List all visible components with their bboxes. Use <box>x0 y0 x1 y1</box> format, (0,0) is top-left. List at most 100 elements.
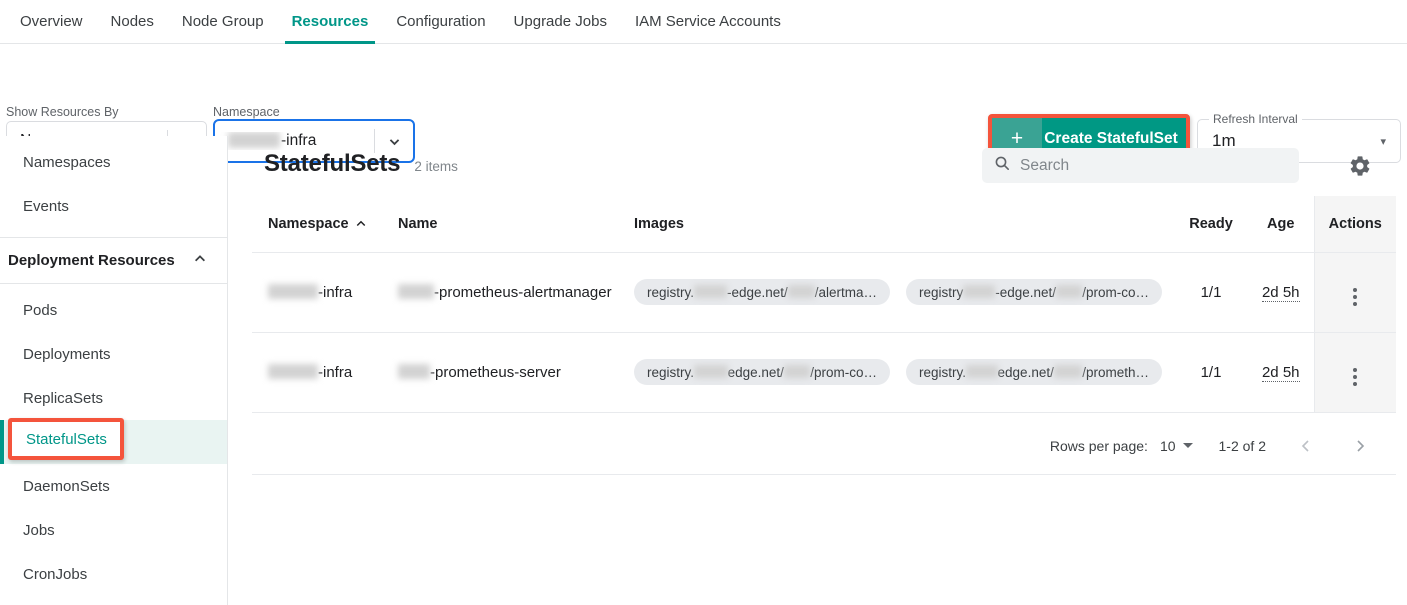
row-actions-menu-icon[interactable] <box>1353 367 1358 386</box>
sidebar-item-daemonsets[interactable]: DaemonSets <box>0 464 227 508</box>
sidebar-item-events[interactable]: Events <box>0 184 227 228</box>
cell-actions <box>1313 252 1396 333</box>
tab-label: IAM Service Accounts <box>634 13 781 30</box>
column-header-ready[interactable]: Ready <box>1174 196 1248 253</box>
tab-label: Node Group <box>181 13 264 30</box>
sidebar-item-namespaces[interactable]: Namespaces <box>0 140 227 184</box>
namespace-suffix: -infra <box>318 283 353 301</box>
name-suffix: -prometheus-server <box>430 363 561 381</box>
column-label: Age <box>1267 215 1295 232</box>
image-prefix: registry. <box>647 284 695 300</box>
rows-per-page-select[interactable]: 10 <box>1160 438 1193 454</box>
chevron-up-icon <box>193 252 207 270</box>
image-host-suffix: -edge.net/ <box>726 284 788 300</box>
image-name: /prom-co… <box>1082 284 1149 300</box>
table-header: Namespace Name Images Ready Age Actions <box>252 196 1396 253</box>
image-chip-list: registry. edge.net/ /prom-co… registry. edg… <box>634 359 1174 385</box>
namespace-suffix: -infra <box>318 363 353 381</box>
namespace-label: Namespace <box>213 105 280 119</box>
sidebar-item-label: ReplicaSets <box>23 389 104 407</box>
name-suffix: -prometheus-alertmanager <box>434 283 612 301</box>
cell-name[interactable]: -prometheus-server <box>382 332 618 413</box>
rows-per-page-value: 10 <box>1159 437 1176 454</box>
column-header-name[interactable]: Name <box>382 196 618 253</box>
search-input[interactable]: Search <box>982 148 1299 183</box>
sort-control-namespace[interactable]: Namespace <box>268 216 367 232</box>
cell-images: registry. edge.net/ /prom-co… registry. edg… <box>618 332 1174 413</box>
item-count: 2 items <box>414 159 458 174</box>
table-header-row: Namespace Name Images Ready Age Actions <box>252 196 1396 253</box>
sidebar-item-replicasets[interactable]: ReplicaSets <box>0 376 227 420</box>
tab-nodes[interactable]: Nodes <box>97 0 168 44</box>
sidebar-item-label: Pods <box>23 301 58 319</box>
cell-actions <box>1313 332 1396 413</box>
sidebar-section-label: Deployment Resources <box>8 252 175 269</box>
sidebar-item-jobs[interactable]: Jobs <box>0 508 227 552</box>
sidebar-item-label: Events <box>23 197 69 215</box>
sidebar-item-pods[interactable]: Pods <box>0 288 227 332</box>
search-placeholder: Search <box>1020 156 1070 174</box>
image-chip: registry -edge.net/ /prom-co… <box>906 279 1162 305</box>
page-title: StatefulSets <box>264 150 401 177</box>
cell-images: registry. -edge.net/ /alertma… registry -ed… <box>618 252 1174 333</box>
sidebar-item-statefulsets[interactable]: StatefulSets <box>0 420 227 464</box>
column-label: Actions <box>1328 215 1382 232</box>
redacted-repo-org <box>1056 284 1083 298</box>
redacted-repo-org <box>787 284 815 298</box>
sidebar-item-label: Jobs <box>23 521 55 539</box>
redacted-repo-org <box>783 364 811 378</box>
redacted-name-prefix <box>398 284 434 300</box>
column-header-images[interactable]: Images <box>618 196 1174 253</box>
statefulsets-table: Namespace Name Images Ready Age Actions … <box>252 196 1396 413</box>
search-icon <box>994 155 1010 176</box>
cell-ready: 1/1 <box>1174 332 1248 413</box>
image-chip: registry. -edge.net/ /alertma… <box>634 279 890 305</box>
tab-node-group[interactable]: Node Group <box>168 0 278 44</box>
sidebar-item-deployments[interactable]: Deployments <box>0 332 227 376</box>
column-label: Ready <box>1189 215 1233 232</box>
sidebar-item-label: DaemonSets <box>23 477 110 495</box>
image-chip-list: registry. -edge.net/ /alertma… registry -ed… <box>634 279 1174 305</box>
primary-tab-bar: Overview Nodes Node Group Resources Conf… <box>0 0 1407 44</box>
tab-resources[interactable]: Resources <box>278 0 383 44</box>
image-prefix: registry. <box>919 364 967 380</box>
cell-namespace: -infra <box>252 332 382 413</box>
pagination-range: 1-2 of 2 <box>1218 437 1266 454</box>
redacted-namespace-prefix <box>268 364 318 380</box>
image-host-suffix: edge.net/ <box>727 364 784 380</box>
redacted-registry-host <box>694 284 727 298</box>
previous-page-button[interactable] <box>1292 432 1320 460</box>
image-prefix: registry. <box>647 364 695 380</box>
age-value: 2d 5h <box>1261 283 1300 302</box>
sidebar-item-cronjobs[interactable]: CronJobs <box>0 552 227 596</box>
tab-iam-service-accounts[interactable]: IAM Service Accounts <box>621 0 795 44</box>
main-content: StatefulSets 2 items Search Namespace Na… <box>228 136 1407 605</box>
table-row[interactable]: -infra -prometheus-alertmanager registry… <box>252 252 1396 333</box>
column-label: Name <box>398 215 438 232</box>
column-label: Namespace <box>268 215 349 232</box>
tab-label: Resources <box>291 13 369 30</box>
tab-label: Overview <box>20 13 83 30</box>
image-prefix: registry <box>919 284 964 300</box>
redacted-registry-host <box>694 364 728 378</box>
row-actions-menu-icon[interactable] <box>1353 287 1358 306</box>
next-page-button[interactable] <box>1346 432 1374 460</box>
tab-upgrade-jobs[interactable]: Upgrade Jobs <box>500 0 621 44</box>
sidebar-item-label: Namespaces <box>23 153 111 171</box>
image-host-suffix: edge.net/ <box>997 364 1054 380</box>
tab-overview[interactable]: Overview <box>6 0 97 44</box>
column-header-namespace[interactable]: Namespace <box>252 196 382 253</box>
gear-icon[interactable] <box>1348 154 1372 178</box>
cell-age: 2d 5h <box>1248 252 1314 333</box>
column-header-age[interactable]: Age <box>1248 196 1314 253</box>
tab-label: Nodes <box>110 13 154 30</box>
column-header-actions: Actions <box>1313 196 1396 253</box>
filter-toolbar: Show Resources By Namespaces Namespace -… <box>0 44 1407 164</box>
cell-name[interactable]: -prometheus-alertmanager <box>382 252 618 333</box>
image-name: /prom-co… <box>810 364 877 380</box>
tab-configuration[interactable]: Configuration <box>382 0 499 44</box>
page-title-row: StatefulSets 2 items <box>264 150 458 178</box>
column-label: Images <box>634 215 684 232</box>
table-row[interactable]: -infra -prometheus-server registry. edge.… <box>252 332 1396 413</box>
sidebar-section-deployment-resources[interactable]: Deployment Resources <box>0 238 227 284</box>
